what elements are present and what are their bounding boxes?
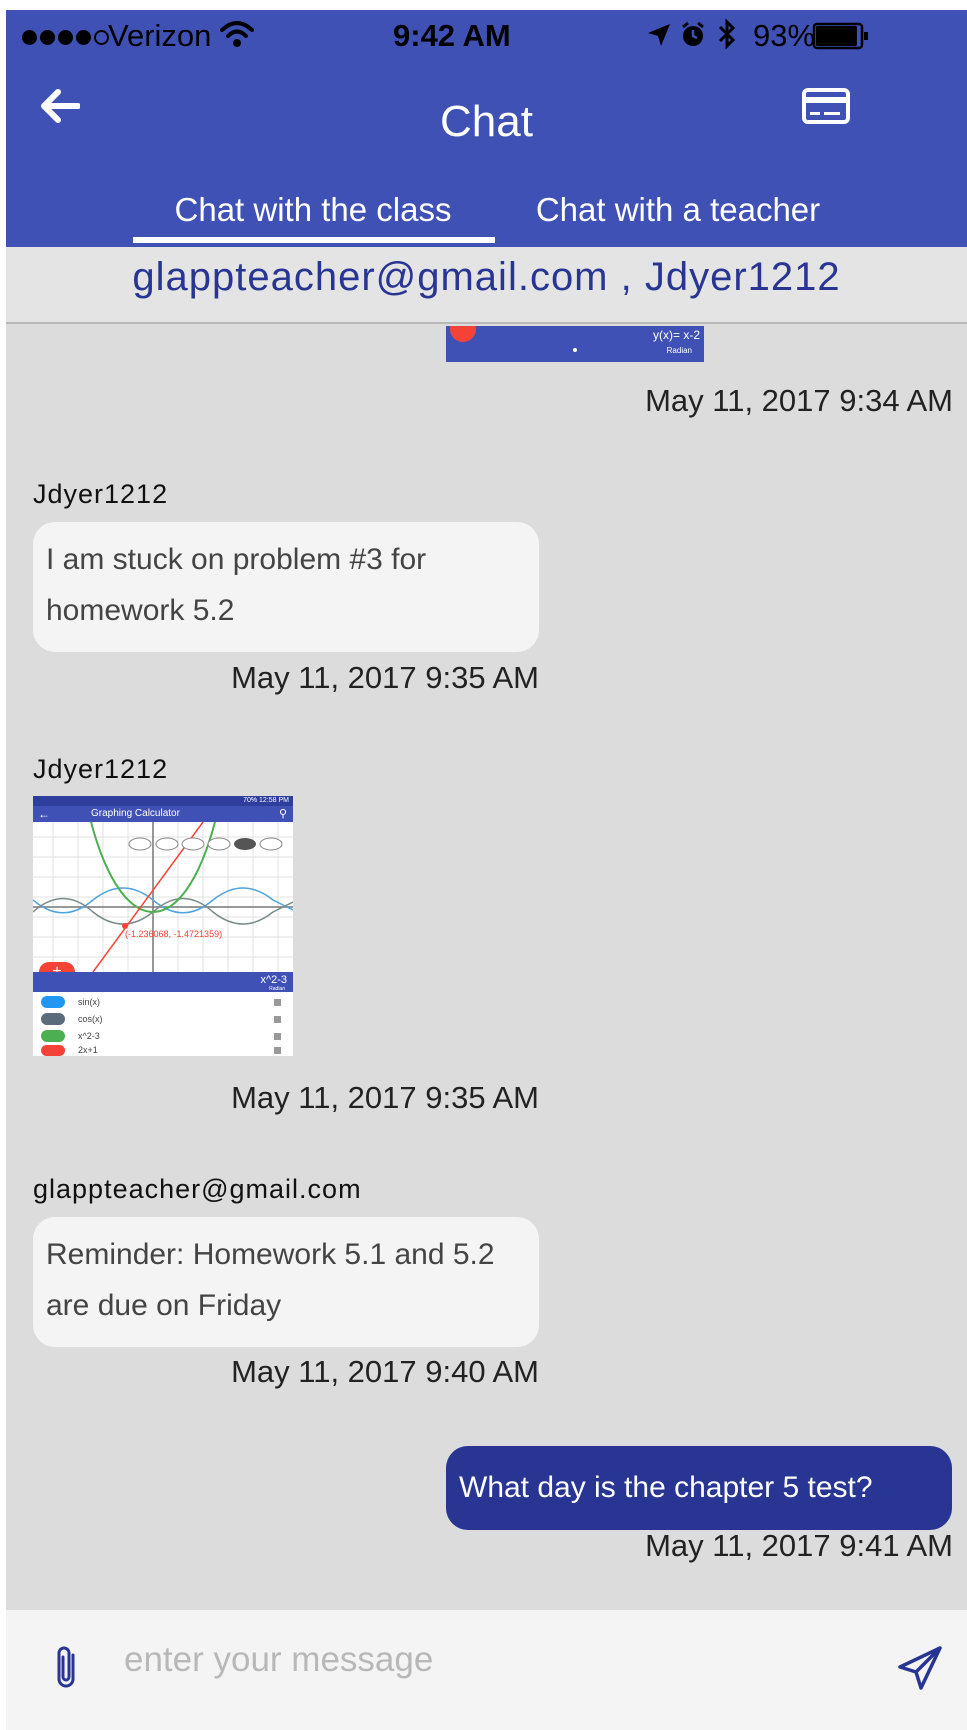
function-row: x^2-3 [33,1028,293,1044]
message-timestamp: May 11, 2017 9:34 AM [645,383,953,418]
check-icon [41,1030,65,1042]
image-app-bar: ← Graphing Calculator ⚲ [33,806,293,822]
image-status-bar: 70% 12:58 PM [33,796,293,806]
message-timestamp: May 11, 2017 9:40 AM [231,1354,539,1389]
function-row: 2x+1 [33,1045,293,1056]
status-bar: Verizon 9:42 AM 93% [6,10,967,62]
alarm-icon [680,21,706,54]
message-bubble[interactable]: Reminder: Homework 5.1 and 5.2 are due o… [33,1217,539,1347]
function-row: cos(x) [33,1011,293,1027]
function-list: sin(x) cos(x) x^2-3 2x+1 [33,992,293,1056]
chat-participants: glappteacher@gmail.com , Jdyer1212 [6,247,967,324]
delete-icon [274,1016,281,1023]
paperclip-icon [51,1643,81,1698]
message-image[interactable]: 70% 12:58 PM ← Graphing Calculator ⚲ (-1… [33,796,293,1056]
message-timestamp: May 11, 2017 9:41 AM [645,1528,953,1563]
mode-label: Radian [666,346,692,355]
arrow-left-icon: ← [38,807,50,821]
message-text-line: I am stuck on problem #3 for [46,543,427,576]
message-text-line: Reminder: Homework 5.1 and 5.2 [46,1238,495,1271]
message-text-line: are due on Friday [46,1289,282,1322]
message-sender: glappteacher@gmail.com [33,1174,362,1204]
carrier-label: Verizon [108,18,212,53]
pin-dot [573,348,577,352]
clock-label: 9:42 AM [393,18,511,53]
search-icon: ⚲ [278,808,287,820]
payment-button[interactable] [794,76,858,140]
check-icon [41,1045,65,1056]
delete-icon [274,999,281,1006]
attach-button[interactable] [40,1640,92,1700]
image-input-bar: x^2-3 Radian [33,972,293,992]
point-coordinate-label: (-1.236068, -1.4721359) [125,929,223,939]
message-bubble[interactable]: I am stuck on problem #3 for homework 5.… [33,522,539,652]
message-bubble[interactable]: What day is the chapter 5 test? [446,1446,952,1530]
signal-strength-icon [22,30,112,48]
check-icon [41,996,65,1008]
battery-icon [812,22,870,55]
check-icon [41,1013,65,1025]
send-icon [897,1645,943,1696]
message-image[interactable]: y(x)= x-2 Radian [446,326,704,362]
message-sender: Jdyer1212 [33,479,169,509]
function-graph [33,822,293,972]
message-text-line: What day is the chapter 5 test? [459,1471,873,1504]
message-timestamp: May 11, 2017 9:35 AM [231,660,539,695]
send-button[interactable] [892,1640,948,1700]
wifi-icon [220,20,254,53]
delete-icon [274,1047,281,1054]
tab-chat-with-class[interactable]: Chat with the class [130,188,496,240]
chat-screen: Verizon 9:42 AM 93% Chat Chat with the c… [6,10,967,1730]
fab-add-icon [450,326,476,342]
credit-card-icon [802,87,850,129]
message-input[interactable] [124,1630,824,1690]
message-composer [6,1610,967,1730]
active-tab-indicator [133,237,495,243]
formula-label: y(x)= x-2 [652,328,700,342]
bluetooth-icon [716,18,738,55]
location-arrow-icon [646,22,672,53]
function-row: sin(x) [33,994,293,1010]
image-app-title: Graphing Calculator [91,808,180,819]
delete-icon [274,1033,281,1040]
message-timestamp: May 11, 2017 9:35 AM [231,1080,539,1115]
app-header: Chat Chat with the class Chat with a tea… [6,62,967,256]
battery-percent: 93% [753,18,816,53]
message-list[interactable]: y(x)= x-2 Radian May 11, 2017 9:34 AM Jd… [6,326,967,1610]
message-sender: Jdyer1212 [33,754,169,784]
tab-chat-with-teacher[interactable]: Chat with a teacher [498,188,858,240]
message-text-line: homework 5.2 [46,594,235,627]
